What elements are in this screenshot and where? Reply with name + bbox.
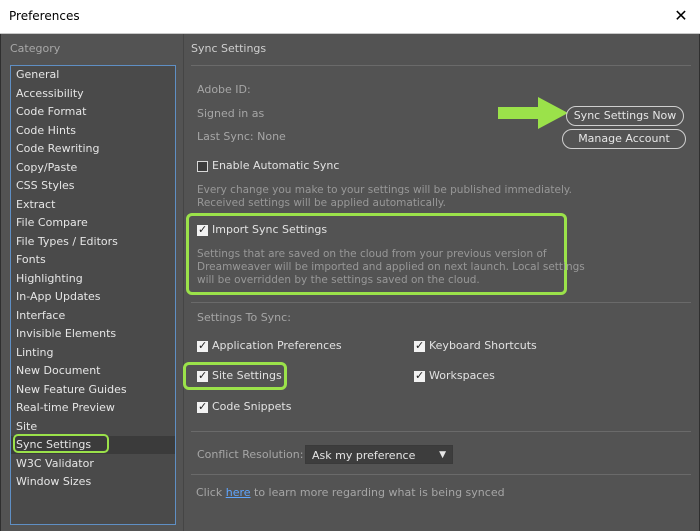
- auto-sync-desc-line: Received settings will be applied automa…: [197, 197, 446, 209]
- sidebar-item-new-feature-guides[interactable]: New Feature Guides: [16, 381, 127, 399]
- chevron-down-icon: ▼: [439, 450, 446, 460]
- sidebar-item-code-hints[interactable]: Code Hints: [16, 122, 76, 140]
- import-desc-line: Settings that are saved on the cloud fro…: [197, 248, 547, 260]
- import-sync-description: Settings that are saved on the cloud fro…: [197, 248, 585, 287]
- arrow-right-icon: [498, 97, 568, 129]
- checkmark-icon: ✓: [198, 369, 208, 382]
- checkmark-icon: ✓: [198, 223, 208, 236]
- sidebar-item-real-time-preview[interactable]: Real-time Preview: [16, 399, 115, 417]
- sidebar-item-new-document[interactable]: New Document: [16, 362, 100, 380]
- footer-text-after: to learn more regarding what is being sy…: [250, 486, 505, 499]
- sidebar-item-w3c-validator[interactable]: W3C Validator: [16, 455, 94, 473]
- auto-sync-desc-line: Every change you make to your settings w…: [197, 184, 572, 196]
- app-prefs-checkbox[interactable]: ✓: [197, 339, 208, 352]
- section-divider: [191, 302, 691, 303]
- footer-text: Click here to learn more regarding what …: [196, 486, 505, 499]
- sidebar-item-file-compare[interactable]: File Compare: [16, 214, 88, 232]
- manage-account-button[interactable]: Manage Account: [562, 129, 686, 149]
- close-icon[interactable]: ✕: [668, 3, 694, 29]
- last-sync-label: Last Sync: None: [197, 130, 286, 143]
- conflict-resolution-value: Ask my preference: [312, 449, 416, 462]
- sidebar-item-css-styles[interactable]: CSS Styles: [16, 177, 75, 195]
- conflict-resolution-select[interactable]: Ask my preference ▼: [305, 445, 453, 464]
- app-prefs-label: Application Preferences: [212, 339, 342, 352]
- category-list[interactable]: General Accessibility Code Format Code H…: [10, 65, 176, 525]
- highlight-box: [13, 434, 109, 453]
- sidebar-item-sync-settings[interactable]: Sync Settings: [11, 434, 175, 454]
- sidebar-item-site[interactable]: Site: [16, 418, 37, 436]
- keyboard-shortcuts-checkbox[interactable]: ✓: [414, 339, 425, 352]
- sidebar-item-code-format[interactable]: Code Format: [16, 103, 86, 121]
- checkmark-icon: ✓: [415, 369, 425, 382]
- keyboard-shortcuts-label: Keyboard Shortcuts: [429, 339, 537, 352]
- import-sync-checkbox[interactable]: ✓: [197, 223, 208, 236]
- sidebar-item-general[interactable]: General: [16, 66, 59, 84]
- site-settings-checkbox[interactable]: ✓: [197, 369, 208, 382]
- sidebar-item-copy-paste[interactable]: Copy/Paste: [16, 159, 77, 177]
- sidebar-item-in-app-updates[interactable]: In-App Updates: [16, 288, 101, 306]
- pane-title: Sync Settings: [191, 42, 267, 55]
- import-desc-line: will be overridden by the settings saved…: [197, 274, 480, 286]
- window-title: Preferences: [9, 9, 80, 23]
- settings-to-sync-label: Settings To Sync:: [197, 311, 291, 324]
- sidebar-item-window-sizes[interactable]: Window Sizes: [16, 473, 91, 491]
- sidebar-item-linting[interactable]: Linting: [16, 344, 53, 362]
- sidebar-item-code-rewriting[interactable]: Code Rewriting: [16, 140, 99, 158]
- footer-text-before: Click: [196, 486, 226, 499]
- auto-sync-description: Every change you make to your settings w…: [197, 184, 572, 210]
- sidebar-item-file-types[interactable]: File Types / Editors: [16, 233, 118, 251]
- code-snippets-checkbox[interactable]: ✓: [197, 400, 208, 413]
- title-divider: [191, 65, 691, 66]
- code-snippets-label: Code Snippets: [212, 400, 292, 413]
- import-desc-line: Dreamweaver will be imported and applied…: [197, 261, 585, 273]
- category-heading: Category: [10, 42, 61, 55]
- sidebar-item-invisible-elements[interactable]: Invisible Elements: [16, 325, 116, 343]
- section-divider: [191, 431, 691, 432]
- title-bar: Preferences ✕: [0, 0, 700, 34]
- checkmark-icon: ✓: [198, 339, 208, 352]
- enable-auto-sync-checkbox[interactable]: [197, 161, 208, 172]
- workspaces-label: Workspaces: [429, 369, 495, 382]
- adobe-id-label: Adobe ID:: [197, 83, 251, 96]
- import-sync-label: Import Sync Settings: [212, 223, 328, 236]
- enable-auto-sync-label: Enable Automatic Sync: [212, 159, 340, 172]
- sidebar-item-fonts[interactable]: Fonts: [16, 251, 46, 269]
- sidebar-item-accessibility[interactable]: Accessibility: [16, 85, 84, 103]
- checkmark-icon: ✓: [415, 339, 425, 352]
- sidebar-item-interface[interactable]: Interface: [16, 307, 65, 325]
- sync-settings-now-button[interactable]: Sync Settings Now: [566, 106, 684, 126]
- site-settings-label: Site Settings: [212, 369, 282, 382]
- conflict-resolution-label: Conflict Resolution:: [197, 448, 304, 461]
- signed-in-label: Signed in as: [197, 107, 265, 120]
- section-divider: [191, 474, 691, 475]
- learn-more-link[interactable]: here: [226, 486, 251, 499]
- pane-divider: [183, 34, 184, 531]
- sidebar-item-extract[interactable]: Extract: [16, 196, 55, 214]
- checkmark-icon: ✓: [198, 400, 208, 413]
- sidebar-item-highlighting[interactable]: Highlighting: [16, 270, 83, 288]
- workspaces-checkbox[interactable]: ✓: [414, 369, 425, 382]
